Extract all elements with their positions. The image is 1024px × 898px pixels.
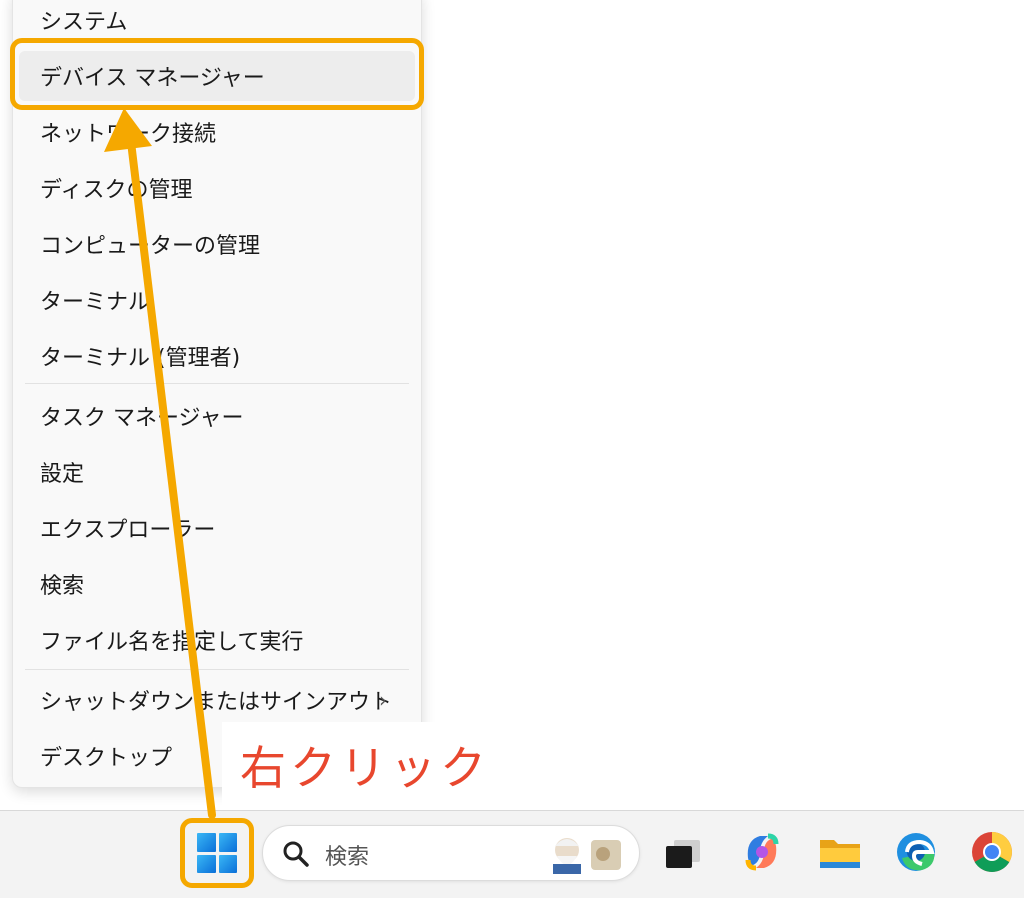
menu-item-label: ファイル名を指定して実行: [40, 630, 304, 655]
winx-context-menu: システム デバイス マネージャー ネットワーク接続 ディスクの管理 コンピュータ…: [12, 0, 422, 788]
right-click-annotation: 右クリック: [222, 722, 510, 808]
menu-item-computer-management[interactable]: コンピューターの管理: [19, 219, 415, 269]
copilot-icon[interactable]: [738, 828, 786, 876]
menu-item-file-explorer[interactable]: エクスプローラー: [19, 503, 415, 553]
edge-icon[interactable]: [892, 828, 940, 876]
menu-item-disk-management[interactable]: ディスクの管理: [19, 163, 415, 213]
task-view-icon[interactable]: [660, 828, 708, 876]
menu-item-label: 設定: [40, 462, 85, 487]
menu-item-task-manager[interactable]: タスク マネージャー: [19, 391, 415, 441]
menu-item-label: ターミナル: [40, 290, 151, 315]
menu-item-label: ディスクの管理: [40, 178, 193, 203]
menu-item-label: ネットワーク接続: [40, 122, 217, 147]
menu-item-label: システム: [40, 10, 128, 35]
menu-item-label: 検索: [40, 574, 85, 599]
menu-item-label: シャットダウンまたはサインアウト: [40, 690, 393, 715]
menu-item-settings[interactable]: 設定: [19, 447, 415, 497]
menu-item-label: タスク マネージャー: [40, 406, 244, 431]
annotation-text: 右クリック: [240, 741, 490, 795]
menu-item-label: ターミナル (管理者): [40, 346, 241, 371]
search-placeholder: 検索: [325, 845, 370, 870]
menu-item-search[interactable]: 検索: [19, 559, 415, 609]
chevron-right-icon: ›: [379, 688, 387, 712]
menu-item-shutdown-signout[interactable]: シャットダウンまたはサインアウト ›: [19, 675, 415, 725]
device-manager-highlight: [10, 38, 424, 110]
chrome-icon[interactable]: [968, 828, 1016, 876]
search-highlight-illustration-icon: [553, 838, 621, 874]
file-explorer-icon[interactable]: [816, 828, 864, 876]
menu-item-label: エクスプローラー: [40, 518, 216, 543]
menu-item-terminal[interactable]: ターミナル: [19, 275, 415, 325]
menu-item-label: デスクトップ: [40, 746, 173, 771]
windows-start-icon[interactable]: [197, 833, 237, 873]
menu-separator: [25, 669, 409, 670]
menu-item-run[interactable]: ファイル名を指定して実行: [19, 615, 415, 665]
taskbar-search-box[interactable]: 検索: [262, 825, 640, 881]
menu-item-terminal-admin[interactable]: ターミナル (管理者): [19, 331, 415, 381]
search-icon: [283, 841, 309, 867]
menu-item-label: コンピューターの管理: [40, 234, 261, 259]
menu-item-network-connections[interactable]: ネットワーク接続: [19, 107, 415, 157]
menu-separator: [25, 383, 409, 384]
